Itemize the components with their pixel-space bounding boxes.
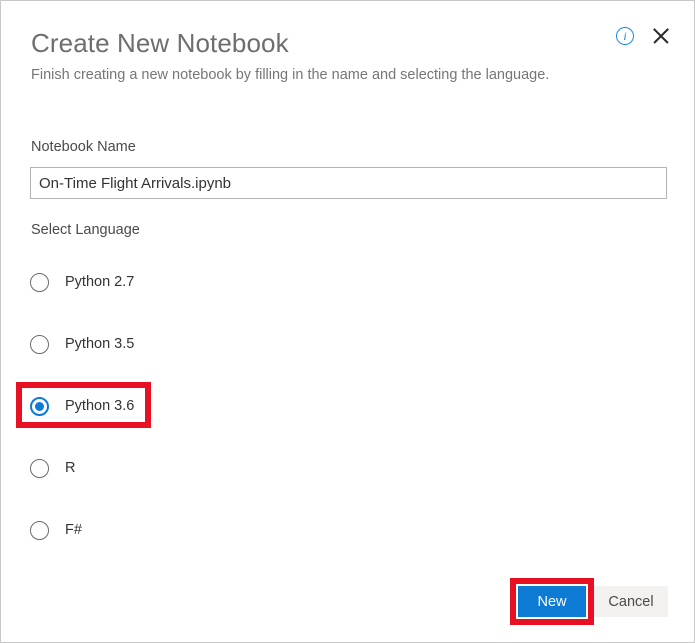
radio-label: Python 3.5 (65, 336, 134, 352)
radio-circle-icon (30, 459, 49, 478)
radio-circle-icon (30, 521, 49, 540)
radio-option-python-3-5[interactable]: Python 3.5 (30, 332, 134, 356)
radio-label: Python 3.6 (65, 398, 134, 414)
create-new-notebook-dialog: i Create New Notebook Finish creating a … (0, 0, 695, 643)
radio-circle-selected-icon (30, 397, 49, 416)
radio-option-fsharp[interactable]: F# (30, 518, 82, 542)
notebook-name-label: Notebook Name (31, 139, 136, 155)
select-language-label: Select Language (31, 222, 140, 238)
radio-option-python-3-6[interactable]: Python 3.6 (30, 394, 134, 418)
radio-option-r[interactable]: R (30, 456, 75, 480)
new-button[interactable]: New (518, 586, 586, 617)
page-title: Create New Notebook (31, 28, 289, 59)
radio-circle-icon (30, 335, 49, 354)
radio-label: R (65, 460, 75, 476)
notebook-name-input[interactable] (30, 167, 667, 199)
radio-option-python-2-7[interactable]: Python 2.7 (30, 270, 134, 294)
cancel-button[interactable]: Cancel (594, 586, 668, 617)
close-icon[interactable] (650, 25, 672, 47)
info-circle-icon[interactable]: i (616, 27, 634, 45)
radio-label: F# (65, 522, 82, 538)
radio-circle-icon (30, 273, 49, 292)
radio-label: Python 2.7 (65, 274, 134, 290)
dialog-header-icons: i (616, 25, 672, 47)
page-subtitle: Finish creating a new notebook by fillin… (31, 67, 549, 83)
